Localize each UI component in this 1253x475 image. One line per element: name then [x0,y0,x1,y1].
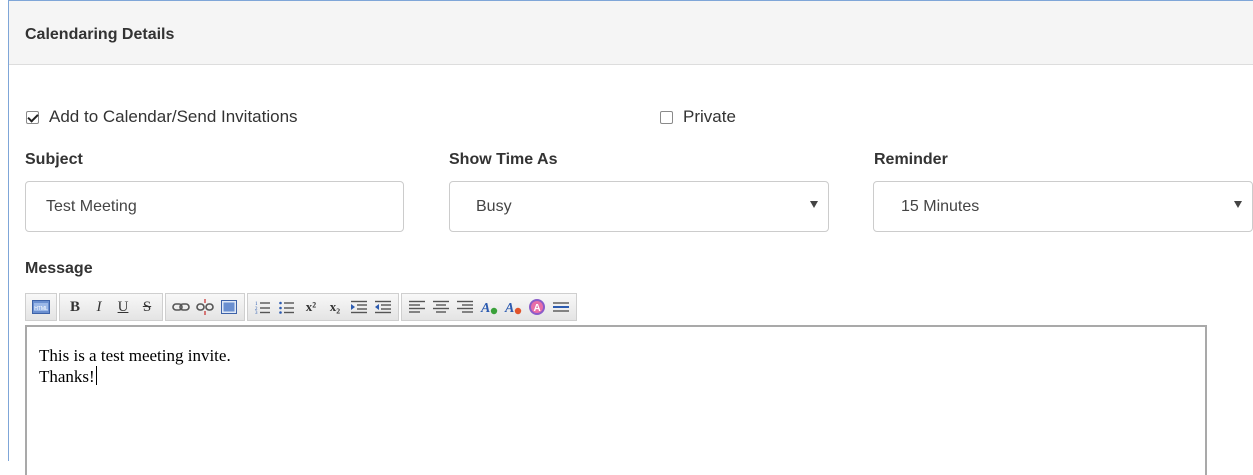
unlink-button[interactable] [194,296,216,318]
underline-button[interactable]: U [112,296,134,318]
toolbar-group-format: B I U S [59,293,163,321]
unlink-icon [196,299,214,315]
add-to-calendar-checkbox[interactable] [26,110,39,124]
align-left-icon [409,300,425,313]
chevron-down-icon [810,201,818,208]
italic-button[interactable]: I [88,296,110,318]
subject-value: Test Meeting [46,197,137,215]
toolbar-group-align: A A A [401,293,577,321]
private-option[interactable]: Private [660,107,736,127]
text-caret [95,366,97,385]
show-time-as-select[interactable]: Busy [449,181,829,232]
align-right-button[interactable] [454,296,476,318]
styles-button[interactable]: A [526,296,548,318]
subject-input[interactable]: Test Meeting [25,181,404,232]
align-left-button[interactable] [406,296,428,318]
message-line-2: Thanks! [39,366,1205,387]
svg-text:A: A [534,303,541,314]
image-icon [221,300,237,314]
html-source-button[interactable]: HTML [30,296,52,318]
ordered-list-button[interactable]: 123 [252,296,274,318]
message-editor[interactable]: This is a test meeting invite. Thanks! [25,325,1207,475]
html-source-icon: HTML [32,300,50,314]
align-center-button[interactable] [430,296,452,318]
reminder-select[interactable]: 15 Minutes [873,181,1253,232]
show-time-as-label: Show Time As [449,151,558,168]
superscript-button[interactable]: x² [300,296,322,318]
horizontal-rule-icon [553,302,569,312]
link-button[interactable] [170,296,192,318]
font-color-icon: A [480,301,498,315]
bold-button[interactable]: B [64,296,86,318]
subject-label: Subject [25,151,83,168]
add-to-calendar-option[interactable]: Add to Calendar/Send Invitations [26,107,298,127]
reminder-value: 15 Minutes [901,197,980,215]
toolbar-group-lists: 123 x² x₂ [247,293,399,321]
calendaring-details-panel: Calendaring Details Add to Calendar/Send… [8,0,1253,475]
svg-text:A: A [504,301,514,315]
svg-text:A: A [480,301,490,315]
message-label: Message [25,260,93,277]
private-checkbox[interactable] [660,110,673,124]
strikethrough-button[interactable]: S [136,296,158,318]
editor-toolbar: HTML B I U S 1 2 3 x² x₂ A A A [25,291,579,323]
font-color-button[interactable]: A [478,296,500,318]
outdent-button[interactable] [372,296,394,318]
unordered-list-icon [279,301,294,314]
panel-title: Calendaring Details [25,26,175,43]
outdent-icon [375,300,391,314]
toolbar-group-source: HTML [25,293,57,321]
reminder-label: Reminder [874,151,948,168]
private-label: Private [683,107,736,126]
toolbar-group-link [165,293,245,321]
show-time-as-value: Busy [476,197,512,215]
background-color-icon: A [504,301,522,315]
horizontal-rule-button[interactable] [550,296,572,318]
message-line-1: This is a test meeting invite. [39,346,231,365]
svg-text:3: 3 [255,311,258,314]
styles-icon: A [529,299,545,315]
indent-icon [351,300,367,314]
indent-button[interactable] [348,296,370,318]
unordered-list-button[interactable] [276,296,298,318]
chevron-down-icon [1234,201,1242,208]
panel-header: Calendaring Details [9,1,1253,65]
ordered-list-icon: 123 [255,302,270,314]
link-icon [172,303,190,311]
align-right-icon [457,300,473,313]
message-line-2-text: Thanks! [39,367,95,386]
image-button[interactable] [218,296,240,318]
subscript-button[interactable]: x₂ [324,296,346,318]
background-color-button[interactable]: A [502,296,524,318]
html-icon-text: HTML [34,306,48,312]
add-to-calendar-label: Add to Calendar/Send Invitations [49,107,298,126]
align-center-icon [433,300,449,313]
